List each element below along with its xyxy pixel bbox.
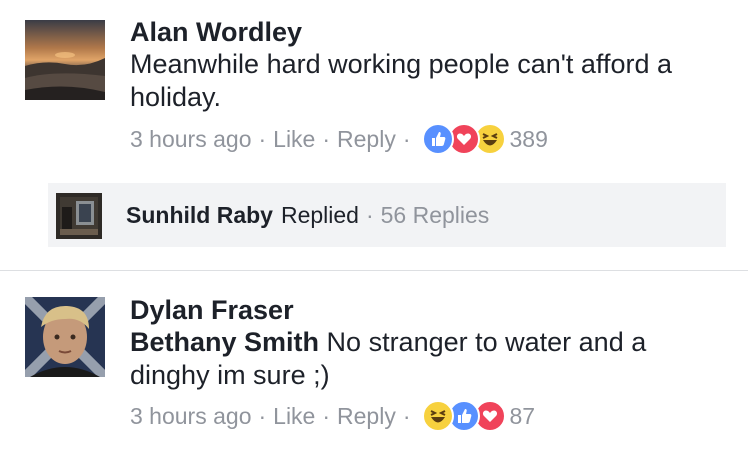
reactions-summary[interactable] [421, 400, 506, 432]
comment-text: Meanwhile hard working people can't affo… [130, 48, 728, 114]
separator: · [322, 125, 331, 152]
reply-avatar [56, 193, 102, 239]
like-link[interactable]: Like [273, 126, 315, 153]
comment-meta: 3 hours ago · Like · Reply · 87 [130, 399, 535, 433]
separator: · [258, 402, 267, 429]
avatar[interactable] [25, 297, 105, 377]
mention-link[interactable]: Bethany Smith [130, 327, 319, 357]
like-link[interactable]: Like [273, 403, 315, 430]
comment-author[interactable]: Dylan Fraser [130, 294, 728, 326]
comment-body: Meanwhile hard working people can't affo… [130, 49, 672, 112]
haha-reaction-icon [421, 400, 454, 432]
reply-link[interactable]: Reply [337, 403, 396, 430]
comment-timestamp[interactable]: 3 hours ago [130, 126, 251, 153]
reply-link[interactable]: Reply [337, 126, 396, 153]
comment-author[interactable]: Alan Wordley [130, 16, 728, 48]
avatar[interactable] [25, 20, 105, 100]
separator: · [258, 125, 267, 152]
divider [0, 270, 748, 271]
reaction-count[interactable]: 87 [510, 403, 536, 430]
comment-timestamp[interactable]: 3 hours ago [130, 403, 251, 430]
separator: · [402, 125, 411, 152]
separator: · [365, 201, 374, 228]
comment-meta: 3 hours ago · Like · Reply · 389 [130, 122, 548, 156]
reply-summary-line[interactable]: Sunhild Raby Replied · 56 Replies [126, 183, 489, 247]
reactions-summary[interactable] [421, 123, 506, 155]
separator: · [402, 402, 411, 429]
replies-summary[interactable]: Sunhild Raby Replied · 56 Replies [48, 183, 726, 247]
reply-author[interactable]: Sunhild Raby [126, 202, 273, 229]
like-reaction-icon [421, 123, 454, 155]
reply-count[interactable]: 56 Replies [381, 202, 490, 229]
separator: · [322, 402, 331, 429]
reply-action: Replied [280, 201, 359, 228]
reaction-count[interactable]: 389 [510, 126, 548, 153]
comment-text: Bethany Smith No stranger to water and a… [130, 326, 728, 392]
